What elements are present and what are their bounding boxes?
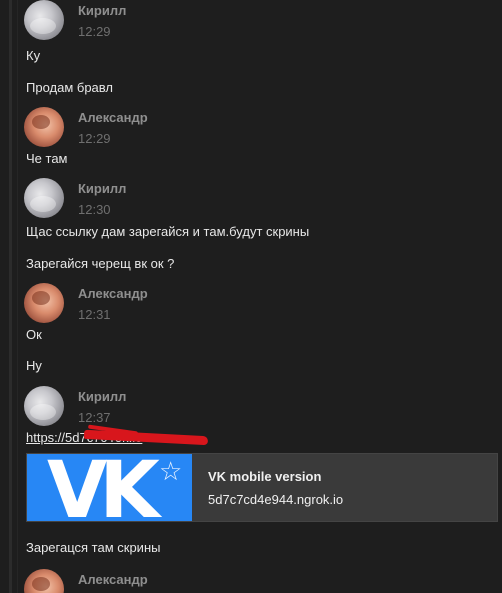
star-icon: ☆ — [159, 456, 183, 486]
timestamp: 12:31 — [78, 307, 111, 322]
link-preview-card[interactable]: VK ☆ VK mobile version 5d7c7cd4e944.ngro… — [26, 453, 498, 522]
preview-thumbnail: VK ☆ — [27, 454, 192, 521]
avatar[interactable] — [24, 569, 64, 593]
message-text: Зарегацся там скрины — [26, 540, 161, 555]
timestamp: 12:30 — [78, 202, 111, 217]
timestamp: 12:37 — [78, 410, 111, 425]
message-header: Кирилл 12:37 — [24, 386, 464, 428]
author-name[interactable]: Кирилл — [78, 181, 126, 196]
thread-rule — [9, 0, 12, 593]
avatar[interactable] — [24, 0, 64, 40]
thread-rule-inner — [17, 0, 18, 593]
avatar[interactable] — [24, 178, 64, 218]
message-header: Кирилл 12:29 — [24, 0, 464, 42]
message-text: Че там — [26, 151, 68, 166]
author-name[interactable]: Александр — [78, 110, 148, 125]
author-name[interactable]: Александр — [78, 286, 148, 301]
message-header: Александр 12:29 — [24, 107, 464, 149]
avatar[interactable] — [24, 386, 64, 426]
author-name[interactable]: Кирилл — [78, 389, 126, 404]
avatar[interactable] — [24, 283, 64, 323]
timestamp: 12:29 — [78, 131, 111, 146]
author-name[interactable]: Александр — [78, 572, 148, 587]
message-header: Александр — [24, 569, 464, 593]
chat-log: Кирилл 12:29 Ку Продам бравл Александр 1… — [0, 0, 502, 593]
avatar[interactable] — [24, 107, 64, 147]
author-name[interactable]: Кирилл — [78, 3, 126, 18]
preview-title[interactable]: VK mobile version — [208, 469, 321, 484]
message-text: Ну — [26, 358, 42, 373]
timestamp: 12:29 — [78, 24, 111, 39]
message-text: Зарегайся черещ вк ок ? — [26, 256, 175, 271]
message-text: Ку — [26, 48, 41, 63]
preview-domain: 5d7c7cd4e944.ngrok.io — [208, 492, 344, 507]
message-text: Щас ссылку дам зарегайся и там.будут скр… — [26, 224, 310, 239]
message-text: Продам бравл — [26, 80, 113, 95]
message-header: Кирилл 12:30 — [24, 178, 464, 220]
vk-logo-icon: VK — [47, 454, 160, 521]
message-text: Ок — [26, 327, 42, 342]
message-header: Александр 12:31 — [24, 283, 464, 325]
